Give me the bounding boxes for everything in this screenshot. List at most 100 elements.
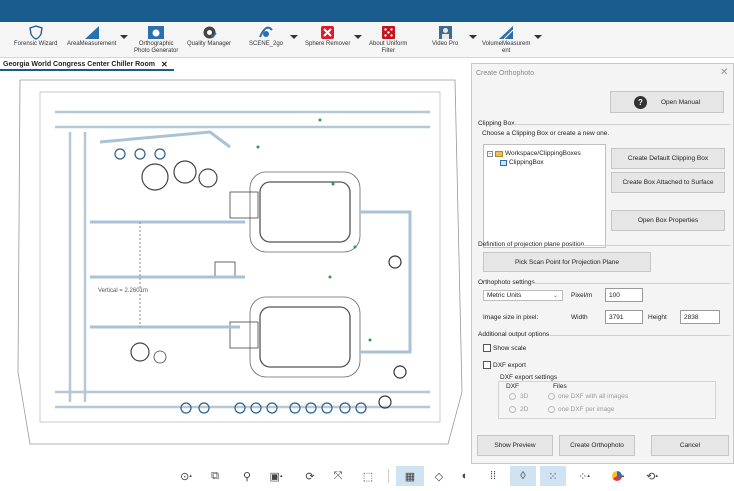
person-icon — [436, 24, 454, 40]
chevron-down-icon[interactable] — [290, 35, 298, 39]
divider — [550, 335, 730, 336]
dxf-2d-radio[interactable] — [509, 406, 516, 413]
volume-measurement-button[interactable]: VolumeMeasurem ent — [482, 24, 530, 57]
view-toolbar: ⊙ ▴ ⧉ ⚲ ▣ ▴ ⟳ ⤧ ⬚ ▦ ◇ ◐ ⁞⁞ ◊ ⁙ ⁘ ▴ ▴ ⟲ ▴ — [0, 464, 734, 491]
dxf-2d-label: 2D — [520, 406, 529, 413]
tree-root-label: Workspace/ClippingBoxes — [505, 150, 581, 157]
open-box-properties-button[interactable]: Open Box Properties — [611, 210, 725, 231]
height-input[interactable]: 2838 — [680, 310, 720, 324]
open-manual-button[interactable]: ? Open Manual — [610, 91, 724, 113]
create-box-attached-button[interactable]: Create Box Attached to Surface — [611, 172, 725, 193]
pixel-per-m-input[interactable]: 100 — [605, 288, 643, 302]
app-title-bar — [0, 0, 734, 22]
document-tab[interactable]: Georgia World Congress Center Chiller Ro… — [0, 59, 174, 71]
divider — [512, 124, 730, 125]
dxf-3d-radio[interactable] — [509, 393, 516, 400]
forensic-wizard-button[interactable]: Forensic Wizard — [14, 24, 57, 57]
chevron-down-icon[interactable] — [534, 35, 542, 39]
close-icon[interactable]: ✕ — [161, 60, 168, 69]
width-input[interactable]: 3791 — [605, 310, 643, 324]
camera-icon — [147, 24, 165, 40]
tree-root-item[interactable]: − Workspace/ClippingBoxes — [487, 150, 581, 157]
rotate-icon[interactable]: ⟳ — [300, 466, 320, 486]
tree-child-label: ClippingBox — [509, 159, 544, 166]
orthographic-photo-generator-button[interactable]: Orthographic Photo Generator — [134, 24, 178, 57]
document-tab-label: Georgia World Congress Center Chiller Ro… — [3, 60, 155, 68]
height-label: Height — [648, 314, 667, 321]
projection-title: Definition of projection plane position — [478, 241, 585, 248]
folder-icon — [495, 150, 503, 157]
chevron-down-icon[interactable] — [354, 35, 362, 39]
units-select[interactable]: Metric Units ⌄ — [483, 290, 563, 301]
point-cloud-viewport[interactable]: Vertical = 2.2601m — [0, 72, 470, 456]
pan-icon[interactable]: ⧉ — [205, 466, 225, 486]
chevron-down-icon[interactable] — [469, 35, 477, 39]
help-icon: ? — [633, 95, 647, 109]
dialog-title: Create Orthophoto — [476, 70, 534, 77]
show-preview-button[interactable]: Show Preview — [477, 435, 553, 456]
clipping-box-title: Clipping Box — [478, 120, 515, 127]
measurement-label: Vertical = 2.2601m — [98, 288, 148, 294]
one-dxf-all-images-radio[interactable] — [548, 393, 555, 400]
dxf-settings-group — [498, 381, 716, 419]
point-density-icon[interactable]: ⁘ ▴ — [572, 466, 596, 486]
area-measurement-button[interactable]: AreaMeasurement — [67, 24, 116, 57]
chevron-down-icon[interactable] — [120, 35, 128, 39]
clipping-box-tree[interactable]: − Workspace/ClippingBoxes ClippingBox — [483, 144, 606, 248]
dxf-export-checkbox[interactable] — [483, 361, 491, 369]
dxf-3d-label: 3D — [520, 393, 529, 400]
pick-scan-point-button[interactable]: Pick Scan Point for Projection Plane — [483, 252, 651, 272]
fit-view-icon[interactable]: ⤧ — [328, 466, 348, 486]
collapse-icon[interactable]: − — [487, 150, 493, 157]
dxf-column-label: DXF — [506, 383, 519, 390]
tree-child-item[interactable]: ClippingBox — [500, 159, 544, 166]
perspective-icon[interactable]: ⬚ — [358, 466, 378, 486]
units-value: Metric Units — [487, 292, 522, 299]
volume-icon — [497, 24, 515, 40]
grid-view-icon[interactable]: ⁙ — [540, 466, 566, 486]
quality-manager-button[interactable]: Quality Manager — [187, 24, 231, 57]
one-dxf-all-images-label: one DXF with all images — [558, 393, 629, 400]
shield-icon — [27, 24, 45, 40]
remove-icon — [319, 24, 337, 40]
create-orthophoto-button[interactable]: Create Orthophoto — [559, 435, 635, 456]
width-label: Width — [571, 314, 588, 321]
show-scale-checkbox[interactable] — [483, 344, 491, 352]
close-icon[interactable]: ✕ — [720, 67, 728, 78]
toolbar-separator — [388, 469, 389, 483]
scene2go-button[interactable]: SCENE_2go — [249, 24, 283, 57]
files-column-label: Files — [553, 383, 567, 390]
pixel-per-m-label: Pixel/m — [571, 292, 593, 299]
show-scale-label: Show scale — [493, 345, 527, 352]
orthophoto-settings-title: Orthophoto settings — [478, 279, 535, 286]
one-dxf-per-image-label: one DXF per image — [558, 406, 615, 413]
color-mode-icon[interactable]: ▴ — [606, 466, 630, 486]
one-dxf-per-image-radio[interactable] — [548, 406, 555, 413]
divider — [580, 245, 730, 246]
navigation-mode-icon[interactable]: ⊙ ▴ — [175, 466, 197, 486]
ribbon-toolbar: Forensic Wizard AreaMeasurement Orthogra… — [0, 22, 734, 58]
dice-icon — [379, 24, 397, 40]
area-icon — [83, 24, 101, 40]
clipping-icon[interactable]: ◇ — [428, 466, 450, 486]
cancel-button[interactable]: Cancel — [651, 435, 729, 456]
image-size-label: Image size in pixel: — [483, 314, 539, 321]
points-icon[interactable]: ⁞⁞ — [482, 466, 504, 486]
sphere-remover-button[interactable]: Sphere Remover — [305, 24, 350, 57]
gear-check-icon — [200, 24, 218, 40]
measure-icon[interactable]: ⟲ ▴ — [640, 466, 664, 486]
split-view-icon[interactable]: ◐ — [454, 466, 476, 486]
chevron-down-icon: ⌄ — [552, 293, 558, 299]
zoom-icon[interactable]: ⚲ — [238, 466, 256, 486]
video-pro-button[interactable]: Video Pro — [432, 24, 458, 57]
uniform-filter-button[interactable]: About Uniform Filter — [369, 24, 407, 57]
box-view-icon[interactable]: ▦ — [396, 466, 424, 486]
additional-options-title: Additional output options — [478, 331, 550, 338]
clipping-box-icon — [500, 159, 507, 166]
scan-view-icon[interactable]: ◊ — [510, 466, 536, 486]
open-manual-label: Open Manual — [660, 98, 701, 106]
clipping-box-subtitle: Choose a Clipping Box or create a new on… — [482, 130, 610, 137]
create-default-clipping-box-button[interactable]: Create Default Clipping Box — [611, 148, 725, 169]
dxf-export-label: DXF export — [493, 362, 526, 369]
view-cube-icon[interactable]: ▣ ▴ — [264, 466, 288, 486]
